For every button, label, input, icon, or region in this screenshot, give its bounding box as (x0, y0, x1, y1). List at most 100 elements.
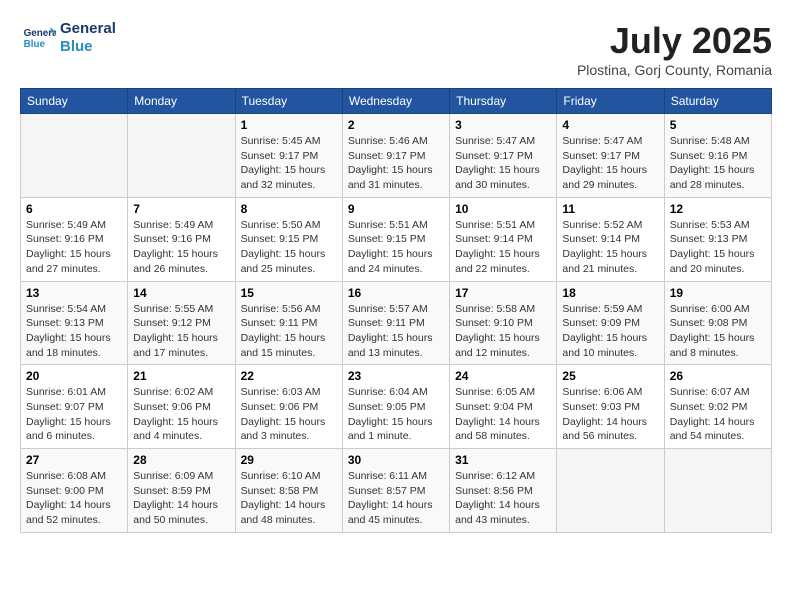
day-number: 10 (455, 202, 551, 216)
day-number: 31 (455, 453, 551, 467)
day-info: Sunrise: 5:45 AM Sunset: 9:17 PM Dayligh… (241, 134, 337, 193)
calendar-header: SundayMondayTuesdayWednesdayThursdayFrid… (21, 89, 772, 114)
calendar-cell (128, 114, 235, 198)
day-number: 7 (133, 202, 229, 216)
day-info: Sunrise: 5:53 AM Sunset: 9:13 PM Dayligh… (670, 218, 766, 277)
day-number: 30 (348, 453, 444, 467)
title-block: July 2025 Plostina, Gorj County, Romania (577, 20, 772, 78)
day-info: Sunrise: 5:49 AM Sunset: 9:16 PM Dayligh… (26, 218, 122, 277)
day-number: 28 (133, 453, 229, 467)
calendar-cell (557, 449, 664, 533)
day-number: 19 (670, 286, 766, 300)
day-info: Sunrise: 6:03 AM Sunset: 9:06 PM Dayligh… (241, 385, 337, 444)
day-info: Sunrise: 6:11 AM Sunset: 8:57 PM Dayligh… (348, 469, 444, 528)
day-info: Sunrise: 6:08 AM Sunset: 9:00 PM Dayligh… (26, 469, 122, 528)
day-info: Sunrise: 6:04 AM Sunset: 9:05 PM Dayligh… (348, 385, 444, 444)
day-info: Sunrise: 5:46 AM Sunset: 9:17 PM Dayligh… (348, 134, 444, 193)
calendar-cell: 5 Sunrise: 5:48 AM Sunset: 9:16 PM Daylig… (664, 114, 771, 198)
page-header: General Blue General Blue July 2025 Plos… (20, 20, 772, 78)
calendar-table: SundayMondayTuesdayWednesdayThursdayFrid… (20, 88, 772, 533)
calendar-cell: 9Sunrise: 5:51 AM Sunset: 9:15 PM Daylig… (342, 197, 449, 281)
day-info: Sunrise: 5:48 AM Sunset: 9:16 PM Dayligh… (670, 134, 766, 193)
day-number: 6 (26, 202, 122, 216)
calendar-cell: 8 Sunrise: 5:50 AM Sunset: 9:15 PM Daylig… (235, 197, 342, 281)
day-info: Sunrise: 6:12 AM Sunset: 8:56 PM Dayligh… (455, 469, 551, 528)
month-title: July 2025 (577, 20, 772, 62)
calendar-cell (664, 449, 771, 533)
day-number: 21 (133, 369, 229, 383)
calendar-cell: 22Sunrise: 6:03 AM Sunset: 9:06 PM Dayli… (235, 365, 342, 449)
calendar-cell: 28Sunrise: 6:09 AM Sunset: 8:59 PM Dayli… (128, 449, 235, 533)
location: Plostina, Gorj County, Romania (577, 62, 772, 78)
day-number: 15 (241, 286, 337, 300)
day-info: Sunrise: 5:56 AM Sunset: 9:11 PM Dayligh… (241, 302, 337, 361)
day-info: Sunrise: 5:55 AM Sunset: 9:12 PM Dayligh… (133, 302, 229, 361)
day-info: Sunrise: 6:00 AM Sunset: 9:08 PM Dayligh… (670, 302, 766, 361)
day-info: Sunrise: 5:57 AM Sunset: 9:11 PM Dayligh… (348, 302, 444, 361)
weekday-header-thursday: Thursday (450, 89, 557, 114)
calendar-cell: 30 Sunrise: 6:11 AM Sunset: 8:57 PM Dayli… (342, 449, 449, 533)
day-info: Sunrise: 5:50 AM Sunset: 9:15 PM Dayligh… (241, 218, 337, 277)
calendar-week-1: 1Sunrise: 5:45 AM Sunset: 9:17 PM Daylig… (21, 114, 772, 198)
day-info: Sunrise: 6:07 AM Sunset: 9:02 PM Dayligh… (670, 385, 766, 444)
logo-name-blue: Blue (60, 38, 116, 56)
day-info: Sunrise: 5:49 AM Sunset: 9:16 PM Dayligh… (133, 218, 229, 277)
calendar-cell: 21 Sunrise: 6:02 AM Sunset: 9:06 PM Dayli… (128, 365, 235, 449)
day-number: 5 (670, 118, 766, 132)
day-info: Sunrise: 5:47 AM Sunset: 9:17 PM Dayligh… (455, 134, 551, 193)
calendar-cell: 26 Sunrise: 6:07 AM Sunset: 9:02 PM Dayli… (664, 365, 771, 449)
day-number: 2 (348, 118, 444, 132)
calendar-cell: 19 Sunrise: 6:00 AM Sunset: 9:08 PM Dayli… (664, 281, 771, 365)
day-number: 18 (562, 286, 658, 300)
calendar-cell: 20Sunrise: 6:01 AM Sunset: 9:07 PM Dayli… (21, 365, 128, 449)
day-info: Sunrise: 5:58 AM Sunset: 9:10 PM Dayligh… (455, 302, 551, 361)
weekday-header-tuesday: Tuesday (235, 89, 342, 114)
day-info: Sunrise: 6:05 AM Sunset: 9:04 PM Dayligh… (455, 385, 551, 444)
weekday-header-monday: Monday (128, 89, 235, 114)
weekday-header-wednesday: Wednesday (342, 89, 449, 114)
calendar-cell: 4 Sunrise: 5:47 AM Sunset: 9:17 PM Daylig… (557, 114, 664, 198)
calendar-cell: 10 Sunrise: 5:51 AM Sunset: 9:14 PM Dayli… (450, 197, 557, 281)
logo-name-general: General (60, 20, 116, 38)
calendar-cell: 15 Sunrise: 5:56 AM Sunset: 9:11 PM Dayli… (235, 281, 342, 365)
calendar-week-4: 20Sunrise: 6:01 AM Sunset: 9:07 PM Dayli… (21, 365, 772, 449)
calendar-week-5: 27Sunrise: 6:08 AM Sunset: 9:00 PM Dayli… (21, 449, 772, 533)
day-number: 11 (562, 202, 658, 216)
day-info: Sunrise: 5:47 AM Sunset: 9:17 PM Dayligh… (562, 134, 658, 193)
weekday-header-row: SundayMondayTuesdayWednesdayThursdayFrid… (21, 89, 772, 114)
day-number: 4 (562, 118, 658, 132)
day-number: 29 (241, 453, 337, 467)
day-number: 13 (26, 286, 122, 300)
calendar-week-2: 6 Sunrise: 5:49 AM Sunset: 9:16 PM Daylig… (21, 197, 772, 281)
day-info: Sunrise: 6:10 AM Sunset: 8:58 PM Dayligh… (241, 469, 337, 528)
calendar-cell: 24 Sunrise: 6:05 AM Sunset: 9:04 PM Dayli… (450, 365, 557, 449)
day-info: Sunrise: 6:02 AM Sunset: 9:06 PM Dayligh… (133, 385, 229, 444)
calendar-cell: 27Sunrise: 6:08 AM Sunset: 9:00 PM Dayli… (21, 449, 128, 533)
calendar-cell: 16Sunrise: 5:57 AM Sunset: 9:11 PM Dayli… (342, 281, 449, 365)
calendar-week-3: 13 Sunrise: 5:54 AM Sunset: 9:13 PM Dayli… (21, 281, 772, 365)
calendar-body: 1Sunrise: 5:45 AM Sunset: 9:17 PM Daylig… (21, 114, 772, 533)
calendar-cell: 2 Sunrise: 5:46 AM Sunset: 9:17 PM Daylig… (342, 114, 449, 198)
logo-icon: General Blue (20, 20, 56, 56)
day-number: 9 (348, 202, 444, 216)
day-number: 26 (670, 369, 766, 383)
day-number: 20 (26, 369, 122, 383)
calendar-cell: 12Sunrise: 5:53 AM Sunset: 9:13 PM Dayli… (664, 197, 771, 281)
svg-text:Blue: Blue (24, 39, 46, 50)
day-info: Sunrise: 5:51 AM Sunset: 9:14 PM Dayligh… (455, 218, 551, 277)
weekday-header-saturday: Saturday (664, 89, 771, 114)
day-info: Sunrise: 6:06 AM Sunset: 9:03 PM Dayligh… (562, 385, 658, 444)
calendar-cell: 17Sunrise: 5:58 AM Sunset: 9:10 PM Dayli… (450, 281, 557, 365)
calendar-cell: 6 Sunrise: 5:49 AM Sunset: 9:16 PM Daylig… (21, 197, 128, 281)
day-number: 8 (241, 202, 337, 216)
calendar-cell: 11Sunrise: 5:52 AM Sunset: 9:14 PM Dayli… (557, 197, 664, 281)
day-number: 25 (562, 369, 658, 383)
day-number: 23 (348, 369, 444, 383)
day-number: 24 (455, 369, 551, 383)
logo: General Blue General Blue (20, 20, 116, 56)
calendar-cell: 23 Sunrise: 6:04 AM Sunset: 9:05 PM Dayli… (342, 365, 449, 449)
calendar-cell: 18Sunrise: 5:59 AM Sunset: 9:09 PM Dayli… (557, 281, 664, 365)
day-info: Sunrise: 5:54 AM Sunset: 9:13 PM Dayligh… (26, 302, 122, 361)
calendar-cell: 1Sunrise: 5:45 AM Sunset: 9:17 PM Daylig… (235, 114, 342, 198)
calendar-cell: 13 Sunrise: 5:54 AM Sunset: 9:13 PM Dayli… (21, 281, 128, 365)
